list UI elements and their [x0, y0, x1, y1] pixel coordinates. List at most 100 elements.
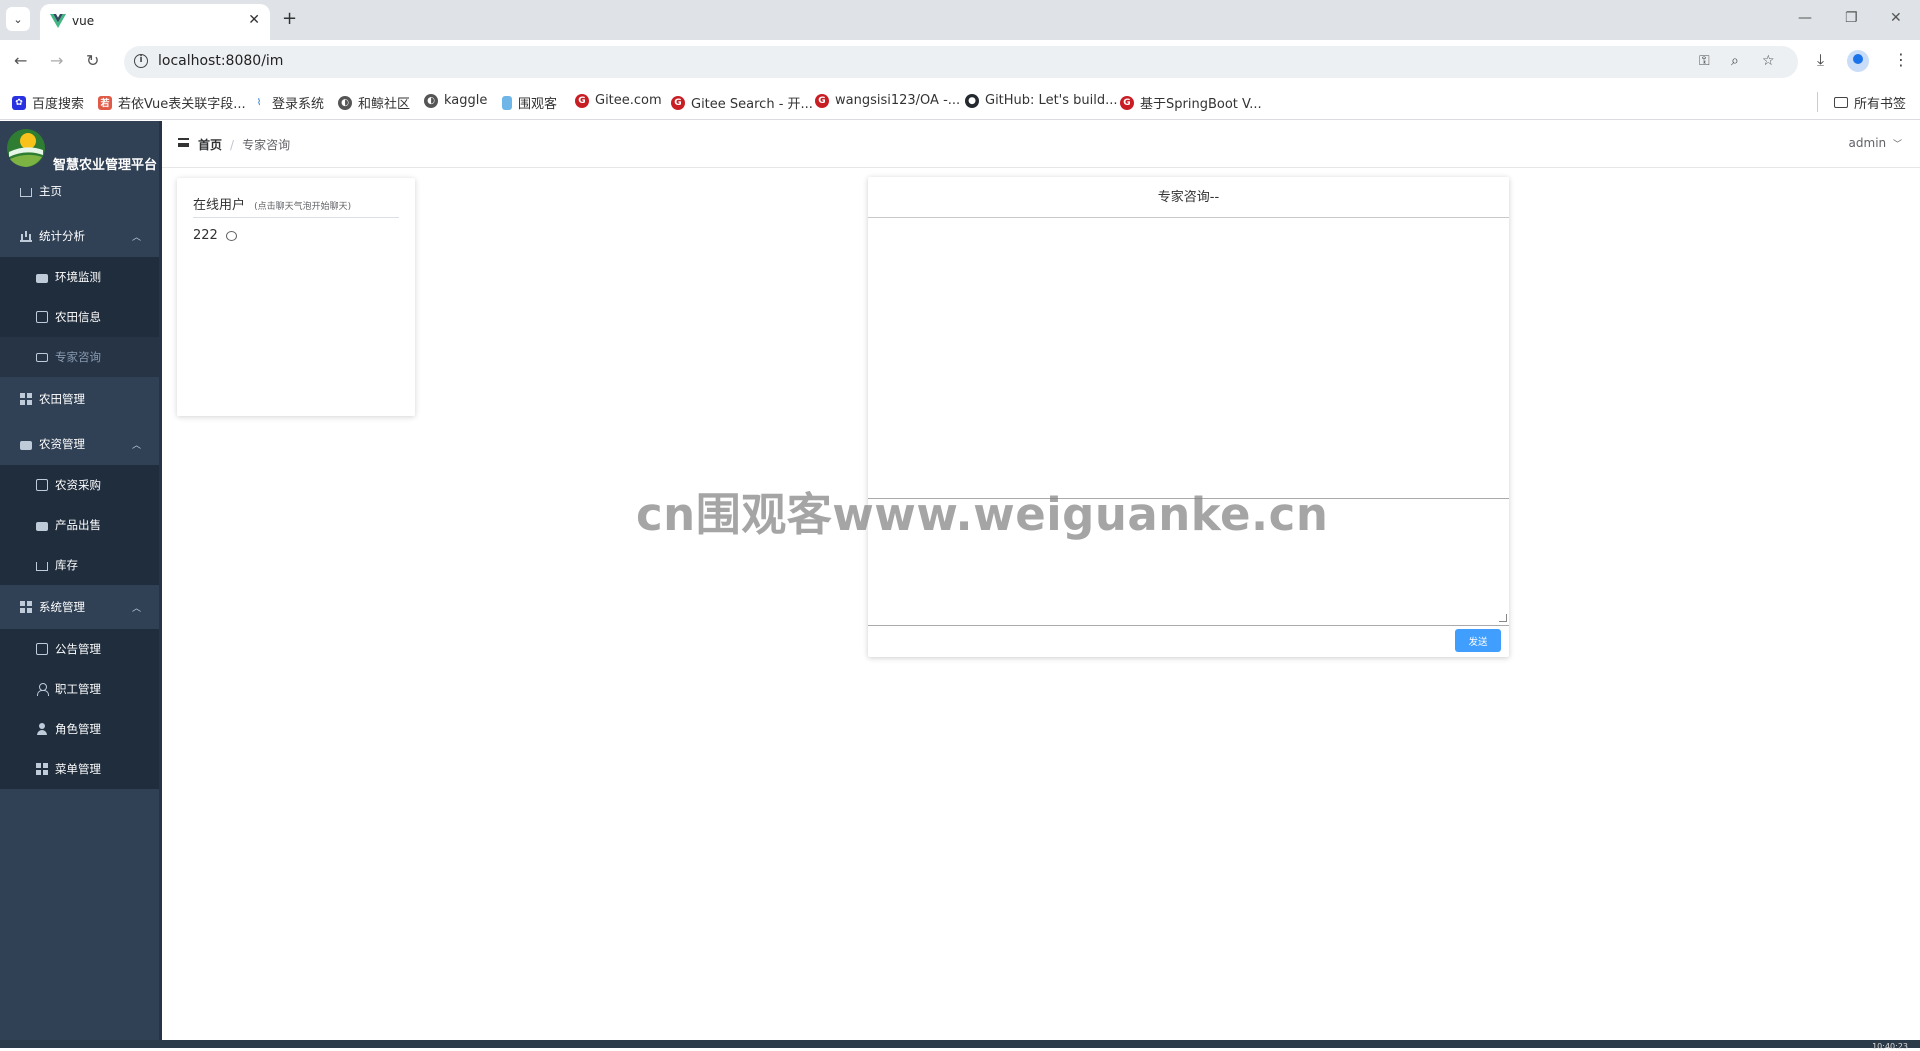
- breadcrumb-current: 专家咨询: [242, 138, 291, 152]
- user-icon: [36, 683, 49, 696]
- user-dropdown[interactable]: admin ﹀: [1849, 136, 1902, 150]
- breadcrumb-home[interactable]: 首页: [198, 136, 222, 153]
- sidebar-divider: [159, 121, 162, 1041]
- taskbar-clock: 10:40:23: [1872, 1042, 1908, 1051]
- bookmarks-divider: [1817, 92, 1818, 112]
- bookmark-star-icon[interactable]: ☆: [1762, 53, 1775, 69]
- reload-icon[interactable]: ↻: [86, 51, 99, 70]
- zoom-icon[interactable]: ⌕: [1731, 53, 1739, 69]
- menu-home[interactable]: 主页: [0, 171, 159, 211]
- window-close-icon[interactable]: ✕: [1890, 10, 1902, 26]
- chat-title: 专家咨询--: [868, 177, 1509, 218]
- back-icon[interactable]: ←: [14, 51, 27, 70]
- chevron-down-icon: ﹀: [1892, 140, 1902, 150]
- browser-tab[interactable]: vue ✕: [40, 4, 270, 40]
- sidebar-filler: [0, 789, 159, 1041]
- bookmark-item[interactable]: ✿ 百度搜索: [12, 93, 84, 112]
- baidu-icon: ✿: [12, 95, 26, 110]
- online-users-hint: (点击聊天气泡开始聊天): [254, 202, 352, 212]
- hamburger-icon[interactable]: [178, 138, 189, 147]
- menu-statistics[interactable]: 统计分析 ︿: [0, 216, 159, 256]
- weiguanke-icon: [502, 95, 512, 110]
- menu-environment-monitoring[interactable]: 环境监测: [0, 257, 159, 297]
- cart-icon: [36, 479, 48, 491]
- plant-icon: ⌇: [256, 97, 262, 108]
- online-users-header: 在线用户 (点击聊天气泡开始聊天): [193, 194, 399, 218]
- bookmark-item[interactable]: 若若依Vue表关联字段...: [98, 93, 246, 112]
- chat-icon: [36, 352, 48, 362]
- chat-panel: 专家咨询-- 发送: [868, 177, 1509, 657]
- tab-search-button[interactable]: ⌄: [6, 7, 30, 31]
- bookmark-item[interactable]: ● GitHub: Let's build...: [965, 93, 1118, 108]
- tab-title: vue: [72, 14, 95, 28]
- bookmark-item[interactable]: ◐ kaggle: [424, 93, 487, 108]
- user-name: admin: [1848, 136, 1887, 150]
- notice-icon: [36, 643, 48, 655]
- chevron-up-icon: ︿: [131, 232, 141, 243]
- chevron-up-icon: ︿: [131, 603, 141, 614]
- download-icon[interactable]: ⤓: [1817, 50, 1824, 70]
- bookmark-item[interactable]: ◐ 和鲸社区: [338, 93, 410, 112]
- online-user-name: 222: [193, 228, 218, 243]
- menu-menu-management[interactable]: 菜单管理: [0, 749, 159, 789]
- monitor-icon: [36, 274, 48, 283]
- menu-kebab-icon[interactable]: ⋮: [1893, 50, 1909, 69]
- menu-inventory[interactable]: 库存: [0, 545, 159, 585]
- send-button[interactable]: 发送: [1455, 629, 1501, 652]
- menu-supplies-purchase[interactable]: 农资采购: [0, 465, 159, 505]
- ruoyi-icon: 若: [98, 95, 112, 110]
- address-bar[interactable]: i localhost:8080/im ⚿ ⌕ ☆: [124, 46, 1798, 78]
- app-header: 首页 / 专家咨询 admin ﹀: [162, 121, 1920, 168]
- bar-chart-icon: [20, 230, 32, 242]
- vue-logo-icon: [50, 14, 66, 28]
- menu-role-management[interactable]: 角色管理: [0, 709, 159, 749]
- all-bookmarks-button[interactable]: 所有书签: [1834, 93, 1906, 112]
- restore-icon[interactable]: ❐: [1845, 10, 1858, 26]
- bookmark-item[interactable]: G Gitee.com: [575, 93, 662, 108]
- watermark: cn围观客www.weiguanke.cn: [636, 488, 1329, 541]
- site-info-icon[interactable]: i: [134, 54, 148, 68]
- bookmark-item[interactable]: ⌇ 登录系统: [252, 93, 324, 112]
- menu-supplies-management[interactable]: 农资管理 ︿: [0, 424, 159, 464]
- field-info-icon: [36, 311, 48, 323]
- gitee-icon: G: [815, 93, 829, 108]
- globe-icon: ◐: [424, 93, 438, 108]
- bookmark-item[interactable]: Gwangsisi123/OA -...: [815, 93, 960, 108]
- gitee-icon: G: [1120, 95, 1134, 110]
- menu-field-info[interactable]: 农田信息: [0, 297, 159, 337]
- breadcrumb-separator: /: [230, 137, 235, 152]
- new-tab-icon[interactable]: +: [282, 8, 297, 29]
- password-key-icon[interactable]: ⚿: [1699, 53, 1710, 69]
- grid-icon: [20, 393, 32, 405]
- menu-farmland-management[interactable]: 农田管理: [0, 379, 159, 419]
- gitee-icon: G: [575, 93, 589, 108]
- grid-icon: [36, 763, 48, 775]
- folder-icon: [1834, 97, 1848, 108]
- bookmarks-bar: ✿ 百度搜索 若若依Vue表关联字段... ⌇ 登录系统 ◐ 和鲸社区 ◐ kaggle…: [0, 84, 1920, 120]
- home-icon: [36, 562, 48, 571]
- chat-bubble-icon[interactable]: [225, 230, 237, 241]
- bookmark-item[interactable]: G 基于SpringBoot V...: [1120, 93, 1262, 112]
- online-user-item[interactable]: 222: [193, 228, 237, 243]
- bookmark-item[interactable]: G Gitee Search - 开...: [671, 93, 813, 112]
- forward-icon[interactable]: →: [50, 51, 63, 70]
- minimize-icon[interactable]: —: [1798, 10, 1812, 26]
- menu-product-sales[interactable]: 产品出售: [0, 505, 159, 545]
- taskbar: [0, 1040, 1920, 1048]
- bookmark-item[interactable]: 围观客: [502, 93, 557, 112]
- chevron-up-icon: ︿: [131, 440, 141, 451]
- profile-avatar-icon[interactable]: [1847, 50, 1869, 72]
- menu-staff-management[interactable]: 职工管理: [0, 669, 159, 709]
- briefcase-icon: [36, 522, 48, 531]
- menu-notice-management[interactable]: 公告管理: [0, 629, 159, 669]
- chat-message-area[interactable]: [868, 218, 1509, 499]
- menu-expert-consultation[interactable]: 专家咨询: [0, 337, 159, 377]
- online-users-title: 在线用户: [193, 198, 246, 213]
- url-text[interactable]: localhost:8080/im: [158, 53, 283, 69]
- resize-grip-icon[interactable]: [1499, 614, 1507, 622]
- globe-icon: ◐: [338, 95, 352, 110]
- lock-icon: [20, 441, 32, 450]
- user-filled-icon: [36, 723, 48, 735]
- menu-system-management[interactable]: 系统管理 ︿: [0, 587, 159, 627]
- tab-close-icon[interactable]: ✕: [248, 12, 260, 28]
